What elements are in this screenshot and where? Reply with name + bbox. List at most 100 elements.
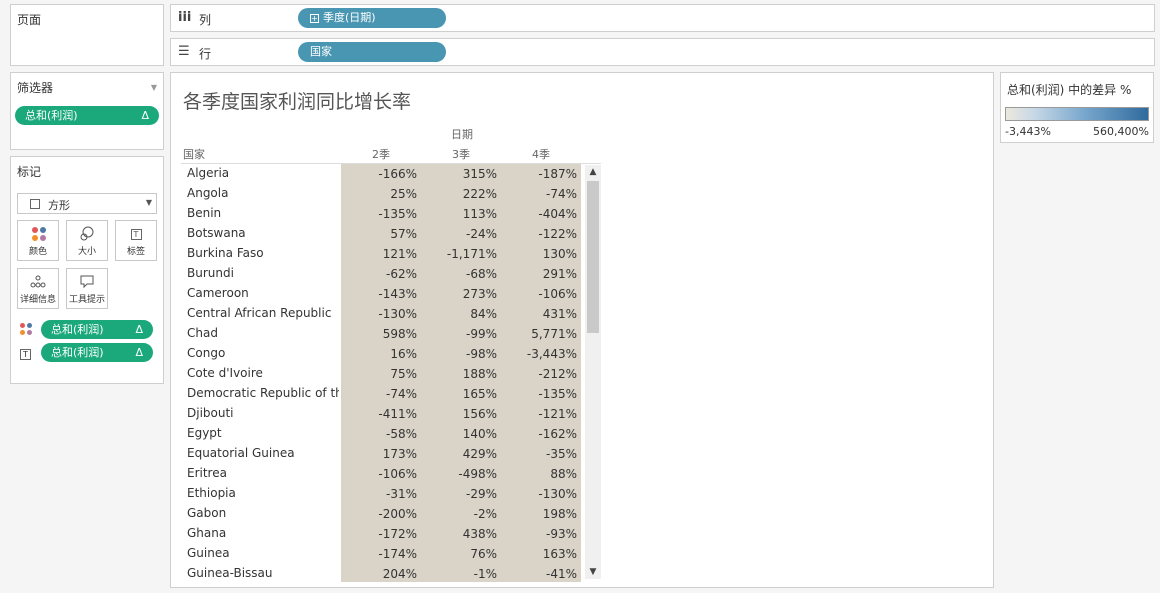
value-cell[interactable]: -74% <box>501 184 581 204</box>
value-cell[interactable]: -498% <box>421 464 501 484</box>
value-cell[interactable]: -2% <box>421 504 501 524</box>
value-cell[interactable]: -162% <box>501 424 581 444</box>
value-cell[interactable]: 438% <box>421 524 501 544</box>
table-row[interactable]: Botswana 57% -24% -122% <box>181 224 601 244</box>
country-cell[interactable]: Djibouti <box>187 406 339 420</box>
tooltip-button[interactable]: 工具提示 <box>66 268 108 309</box>
value-cell[interactable]: 76% <box>421 544 501 564</box>
value-cell[interactable]: -62% <box>341 264 421 284</box>
table-row[interactable]: Gabon -200% -2% 198% <box>181 504 601 524</box>
value-cell[interactable]: 204% <box>341 564 421 582</box>
value-cell[interactable]: 291% <box>501 264 581 284</box>
country-cell[interactable]: Cameroon <box>187 286 339 300</box>
value-cell[interactable]: 431% <box>501 304 581 324</box>
country-cell[interactable]: Central African Republic <box>187 306 339 320</box>
value-cell[interactable]: 88% <box>501 464 581 484</box>
country-cell[interactable]: Ethiopia <box>187 486 339 500</box>
country-cell[interactable]: Equatorial Guinea <box>187 446 339 460</box>
table-row[interactable]: Angola 25% 222% -74% <box>181 184 601 204</box>
value-cell[interactable]: -68% <box>421 264 501 284</box>
country-cell[interactable]: Guinea <box>187 546 339 560</box>
value-cell[interactable]: -411% <box>341 404 421 424</box>
value-cell[interactable]: -212% <box>501 364 581 384</box>
table-row[interactable]: Algeria -166% 315% -187% <box>181 164 601 184</box>
value-cell[interactable]: 75% <box>341 364 421 384</box>
country-cell[interactable]: Cote d'Ivoire <box>187 366 339 380</box>
value-cell[interactable]: 25% <box>341 184 421 204</box>
country-cell[interactable]: Angola <box>187 186 339 200</box>
color-legend[interactable]: 总和(利润) 中的差异 % -3,443% 560,400% <box>1000 72 1154 143</box>
table-row[interactable]: Burkina Faso 121% -1,171% 130% <box>181 244 601 264</box>
filters-card[interactable]: 筛选器 ▼ 总和(利润) Δ <box>10 72 164 150</box>
label-button[interactable]: T 标签 <box>115 220 157 261</box>
quarter-header[interactable]: 4季 <box>501 146 581 162</box>
country-cell[interactable]: Botswana <box>187 226 339 240</box>
value-cell[interactable]: 429% <box>421 444 501 464</box>
quarter-header[interactable]: 3季 <box>421 146 501 162</box>
color-button[interactable]: 颜色 <box>17 220 59 261</box>
country-cell[interactable]: Burundi <box>187 266 339 280</box>
table-row[interactable]: Chad 598% -99% 5,771% <box>181 324 601 344</box>
value-cell[interactable]: 130% <box>501 244 581 264</box>
table-row[interactable]: Democratic Republic of th.. -74% 165% -135% <box>181 384 601 404</box>
value-cell[interactable]: 163% <box>501 544 581 564</box>
value-cell[interactable]: -143% <box>341 284 421 304</box>
scroll-up-icon[interactable]: ▲ <box>585 165 601 179</box>
value-cell[interactable]: -93% <box>501 524 581 544</box>
value-cell[interactable]: 222% <box>421 184 501 204</box>
value-cell[interactable]: -404% <box>501 204 581 224</box>
value-cell[interactable]: -172% <box>341 524 421 544</box>
scroll-down-icon[interactable]: ▼ <box>585 565 601 579</box>
value-cell[interactable]: 188% <box>421 364 501 384</box>
table-row[interactable]: Egypt -58% 140% -162% <box>181 424 601 444</box>
value-cell[interactable]: -1% <box>421 564 501 582</box>
country-cell[interactable]: Gabon <box>187 506 339 520</box>
value-cell[interactable]: -106% <box>501 284 581 304</box>
value-cell[interactable]: 315% <box>421 164 501 184</box>
label-encoding-pill[interactable]: 总和(利润) Δ <box>41 343 153 362</box>
value-cell[interactable]: -41% <box>501 564 581 582</box>
value-cell[interactable]: -200% <box>341 504 421 524</box>
value-cell[interactable]: -99% <box>421 324 501 344</box>
vertical-scrollbar[interactable]: ▲ ▼ <box>585 165 601 579</box>
value-cell[interactable]: -130% <box>501 484 581 504</box>
size-button[interactable]: 大小 <box>66 220 108 261</box>
value-cell[interactable]: 173% <box>341 444 421 464</box>
value-cell[interactable]: -24% <box>421 224 501 244</box>
value-cell[interactable]: -135% <box>501 384 581 404</box>
country-cell[interactable]: Chad <box>187 326 339 340</box>
table-row[interactable]: Guinea-Bissau 204% -1% -41% <box>181 564 601 582</box>
columns-pill[interactable]: + 季度(日期) <box>298 8 446 28</box>
value-cell[interactable]: -1,171% <box>421 244 501 264</box>
value-cell[interactable]: -58% <box>341 424 421 444</box>
value-cell[interactable]: 273% <box>421 284 501 304</box>
value-cell[interactable]: -121% <box>501 404 581 424</box>
table-row[interactable]: Guinea -174% 76% 163% <box>181 544 601 564</box>
value-cell[interactable]: -98% <box>421 344 501 364</box>
chevron-down-icon[interactable]: ▼ <box>151 83 157 92</box>
color-encoding-row[interactable]: 总和(利润) Δ <box>17 320 157 339</box>
value-cell[interactable]: 57% <box>341 224 421 244</box>
country-cell[interactable]: Ghana <box>187 526 339 540</box>
color-encoding-pill[interactable]: 总和(利润) Δ <box>41 320 153 339</box>
value-cell[interactable]: -31% <box>341 484 421 504</box>
country-cell[interactable]: Congo <box>187 346 339 360</box>
country-cell[interactable]: Guinea-Bissau <box>187 566 339 580</box>
value-cell[interactable]: -74% <box>341 384 421 404</box>
country-cell[interactable]: Algeria <box>187 166 339 180</box>
table-row[interactable]: Eritrea -106% -498% 88% <box>181 464 601 484</box>
mark-type-dropdown[interactable]: 方形 ▼ <box>17 193 157 214</box>
country-cell[interactable]: Burkina Faso <box>187 246 339 260</box>
table-row[interactable]: Ghana -172% 438% -93% <box>181 524 601 544</box>
columns-shelf[interactable]: iii 列 + 季度(日期) <box>170 4 1155 32</box>
table-row[interactable]: Cote d'Ivoire 75% 188% -212% <box>181 364 601 384</box>
table-row[interactable]: Burundi -62% -68% 291% <box>181 264 601 284</box>
value-cell[interactable]: -130% <box>341 304 421 324</box>
table-row[interactable]: Cameroon -143% 273% -106% <box>181 284 601 304</box>
table-row[interactable]: Congo 16% -98% -3,443% <box>181 344 601 364</box>
value-cell[interactable]: -174% <box>341 544 421 564</box>
country-cell[interactable]: Benin <box>187 206 339 220</box>
value-cell[interactable]: -3,443% <box>501 344 581 364</box>
scroll-thumb[interactable] <box>587 181 599 333</box>
table-row[interactable]: Equatorial Guinea 173% 429% -35% <box>181 444 601 464</box>
